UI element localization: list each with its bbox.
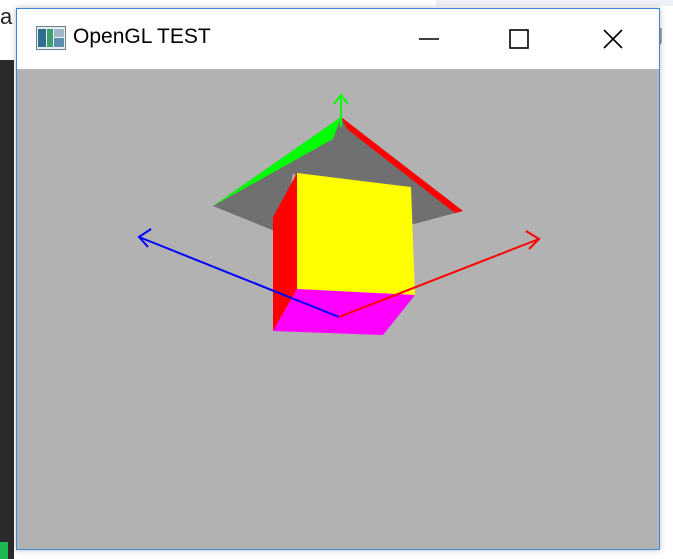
minimize-button[interactable] bbox=[384, 9, 474, 69]
background-window-edge bbox=[436, 0, 673, 6]
maximize-icon bbox=[509, 29, 529, 49]
close-button[interactable] bbox=[566, 9, 659, 69]
scene-canvas bbox=[17, 69, 659, 549]
background-text-fragment-left: a bbox=[0, 4, 13, 29]
opengl-window: OpenGL TEST bbox=[16, 8, 660, 550]
opengl-app-icon bbox=[36, 26, 66, 50]
background-dark-strip bbox=[0, 60, 14, 559]
minimize-icon bbox=[419, 38, 439, 40]
window-title: OpenGL TEST bbox=[73, 25, 211, 48]
opengl-viewport[interactable] bbox=[17, 69, 659, 549]
close-icon bbox=[602, 29, 623, 49]
background-green-mark bbox=[0, 542, 8, 559]
title-bar[interactable]: OpenGL TEST bbox=[17, 9, 659, 69]
maximize-button[interactable] bbox=[474, 9, 564, 69]
cube-front-face bbox=[297, 173, 415, 295]
